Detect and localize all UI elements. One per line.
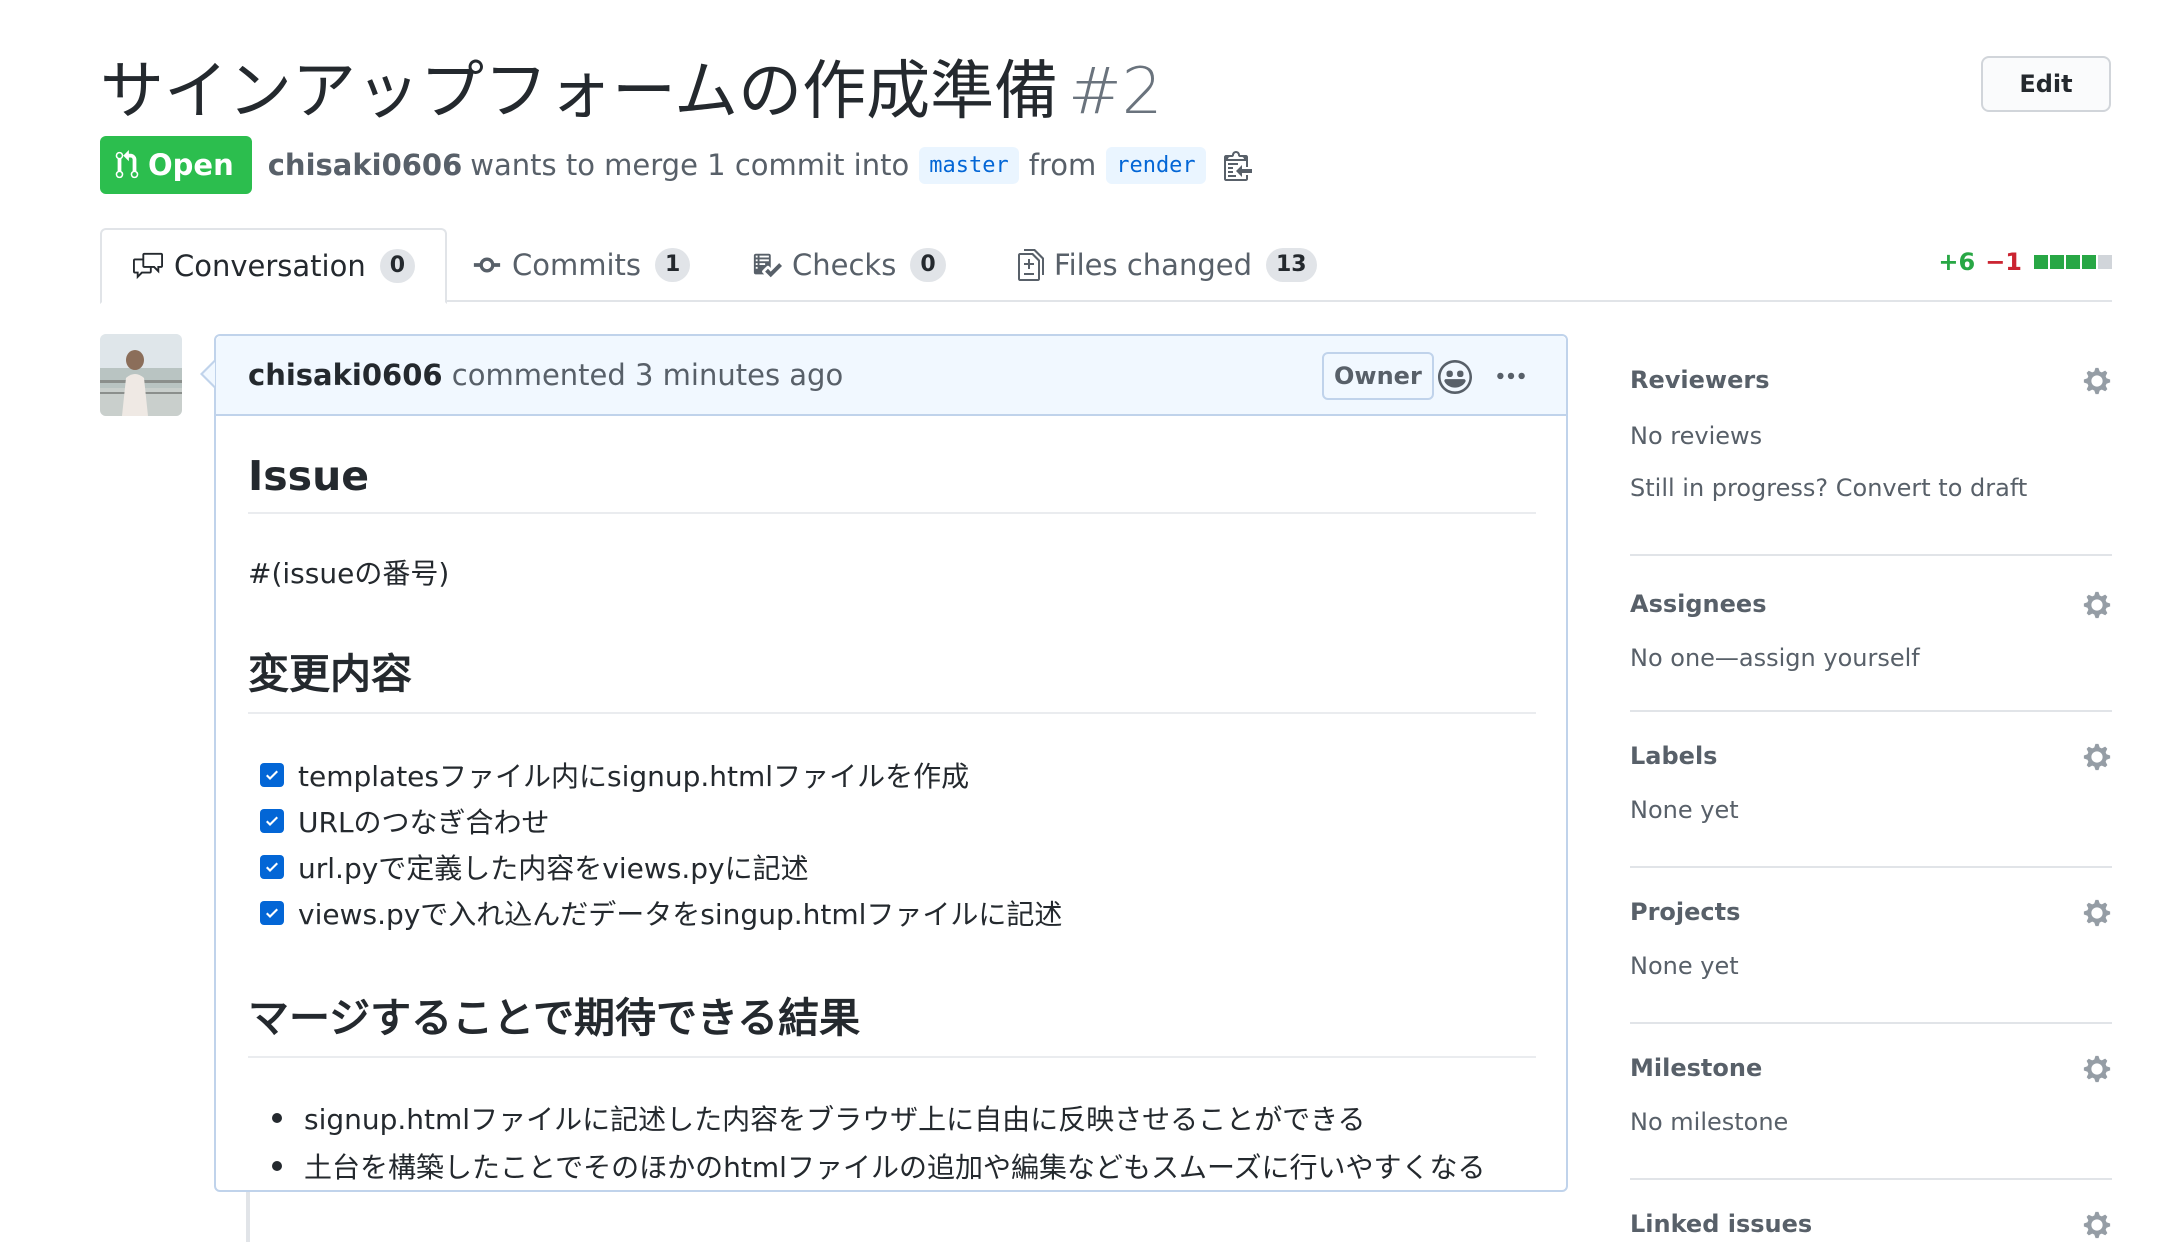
base-branch[interactable]: master [919,146,1019,184]
smiley-icon[interactable] [1438,360,1472,398]
diffstat-block [2050,255,2064,269]
gear-icon[interactable] [2082,590,2112,624]
comment-body: Issue #(issueの番号) 変更内容 templatesファイル内にsi… [248,416,1536,1190]
sidebar-heading[interactable]: Milestone [1630,1054,1762,1082]
issue-reference: #(issueの番号) [248,557,450,590]
diffstat-block [2034,255,2048,269]
task-list: templatesファイル内にsignup.htmlファイルを作成 URLのつな… [248,752,1536,936]
heading-issue: Issue [248,452,1536,514]
gear-icon[interactable] [2082,366,2112,400]
sidebar-heading[interactable]: Linked issues [1630,1210,1812,1238]
author-link[interactable]: chisaki0606 [268,148,463,182]
pr-number: #2 [1068,55,1163,129]
comment-discussion-icon [132,251,164,281]
pr-title: サインアップフォームの作成準備 #2 [100,40,1162,132]
comment-caret-inner [203,362,215,386]
task-text: views.pyで入れ込んだデータをsingup.htmlファイルに記述 [298,898,1063,931]
diffstat: +6 −1 [1938,248,2112,276]
comment-box: chisaki0606 commented 3 minutes ago Owne… [214,334,1568,1192]
sidebar-projects: Projects None yet [1630,868,2112,1024]
tab-counter: 1 [655,248,691,282]
task-text: templatesファイル内にsignup.htmlファイルを作成 [298,760,970,793]
diffstat-deletions: −1 [1985,248,2022,276]
task-checkbox[interactable] [260,763,284,787]
tab-label: Checks [792,248,897,282]
tab-files-changed[interactable]: Files changed 13 [1018,228,1317,302]
task-item: templatesファイル内にsignup.htmlファイルを作成 [248,752,1536,798]
git-commit-icon [472,250,502,280]
task-text: URLのつなぎ合わせ [298,806,550,839]
milestone-value: No milestone [1630,1108,1789,1136]
tab-counter: 13 [1266,248,1317,282]
comment-author[interactable]: chisaki0606 [248,358,443,392]
pr-tabs: Conversation 0 Commits 1 Checks 0 Files … [100,228,2112,304]
tab-conversation[interactable]: Conversation 0 [100,228,448,304]
tab-checks[interactable]: Checks 0 [752,228,946,302]
tab-commits[interactable]: Commits 1 [472,228,691,302]
projects-value: None yet [1630,952,1739,980]
results-list: signup.htmlファイルに記述した内容をブラウザ上に自由に反映させることが… [248,1094,1536,1190]
convert-to-draft-link[interactable]: Still in progress? Convert to draft [1630,474,2027,502]
sidebar-reviewers: Reviewers No reviews Still in progress? … [1630,334,2112,556]
state-label: Open [148,148,234,182]
assign-yourself-link[interactable]: No one—assign yourself [1630,644,1920,672]
from-text: from [1028,148,1097,182]
task-item: url.pyで定義した内容をviews.pyに記述 [248,844,1536,890]
sidebar-heading[interactable]: Reviewers [1630,366,1769,394]
task-checkbox[interactable] [260,809,284,833]
merge-text: wants to merge 1 commit into [470,148,910,182]
head-branch[interactable]: render [1106,146,1206,184]
avatar[interactable] [100,334,182,416]
tab-counter: 0 [379,249,416,283]
tab-label: Commits [512,248,642,282]
diffstat-additions: +6 [1938,248,1976,276]
list-item-text: 土台を構築したことでそのほかのhtmlファイルの追加や編集などもスムーズに行いや… [304,1151,1486,1184]
comment-author-line: chisaki0606 commented 3 minutes ago [248,358,843,392]
sidebar-heading[interactable]: Labels [1630,742,1717,770]
labels-value: None yet [1630,796,1739,824]
heading-results: マージすることで期待できる結果 [248,984,1536,1058]
sidebar-linked-issues: Linked issues [1630,1180,2112,1242]
bullet-dot [272,1113,282,1123]
timeline-line [246,1192,250,1242]
heading-changes: 変更内容 [248,640,1536,714]
sidebar-milestone: Milestone No milestone [1630,1024,2112,1180]
list-item: signup.htmlファイルに記述した内容をブラウザ上に自由に反映させることが… [248,1094,1536,1142]
task-item: URLのつなぎ合わせ [248,798,1536,844]
diffstat-block [2098,255,2112,269]
pr-title-text: サインアップフォームの作成準備 [100,55,1059,129]
comment-header: chisaki0606 commented 3 minutes ago Owne… [216,336,1566,416]
list-item: 土台を構築したことでそのほかのhtmlファイルの追加や編集などもスムーズに行いや… [248,1142,1536,1190]
reviewers-value: No reviews [1630,422,1763,450]
tab-label: Files changed [1054,248,1252,282]
state-badge: Open [100,136,252,194]
kebab-horizontal-icon[interactable] [1494,360,1528,398]
bullet-dot [272,1161,282,1171]
task-checkbox[interactable] [260,855,284,879]
sidebar-labels: Labels None yet [1630,712,2112,868]
gear-icon[interactable] [2082,1054,2112,1088]
pr-meta: Open chisaki0606 wants to merge 1 commit… [100,136,1252,194]
task-item: views.pyで入れ込んだデータをsingup.htmlファイルに記述 [248,890,1536,936]
diffstat-block [2082,255,2096,269]
checklist-icon [752,250,782,280]
comment-action[interactable]: commented 3 minutes ago [452,358,843,392]
sidebar-heading[interactable]: Assignees [1630,590,1766,618]
task-text: url.pyで定義した内容をviews.pyに記述 [298,852,809,885]
gear-icon[interactable] [2082,898,2112,932]
sidebar-heading[interactable]: Projects [1630,898,1740,926]
diffstat-block [2066,255,2080,269]
tab-label: Conversation [174,249,366,283]
gear-icon[interactable] [2082,742,2112,776]
git-pull-request-icon [115,150,139,179]
sidebar-assignees: Assignees No one—assign yourself [1630,556,2112,712]
task-checkbox[interactable] [260,901,284,925]
file-diff-icon [1018,249,1044,281]
list-item-text: signup.htmlファイルに記述した内容をブラウザ上に自由に反映させることが… [304,1103,1366,1136]
gear-icon[interactable] [2082,1210,2112,1242]
tab-counter: 0 [910,248,946,282]
owner-badge: Owner [1322,352,1434,400]
edit-button[interactable]: Edit [1981,56,2111,112]
clippy-icon[interactable] [1223,149,1252,181]
